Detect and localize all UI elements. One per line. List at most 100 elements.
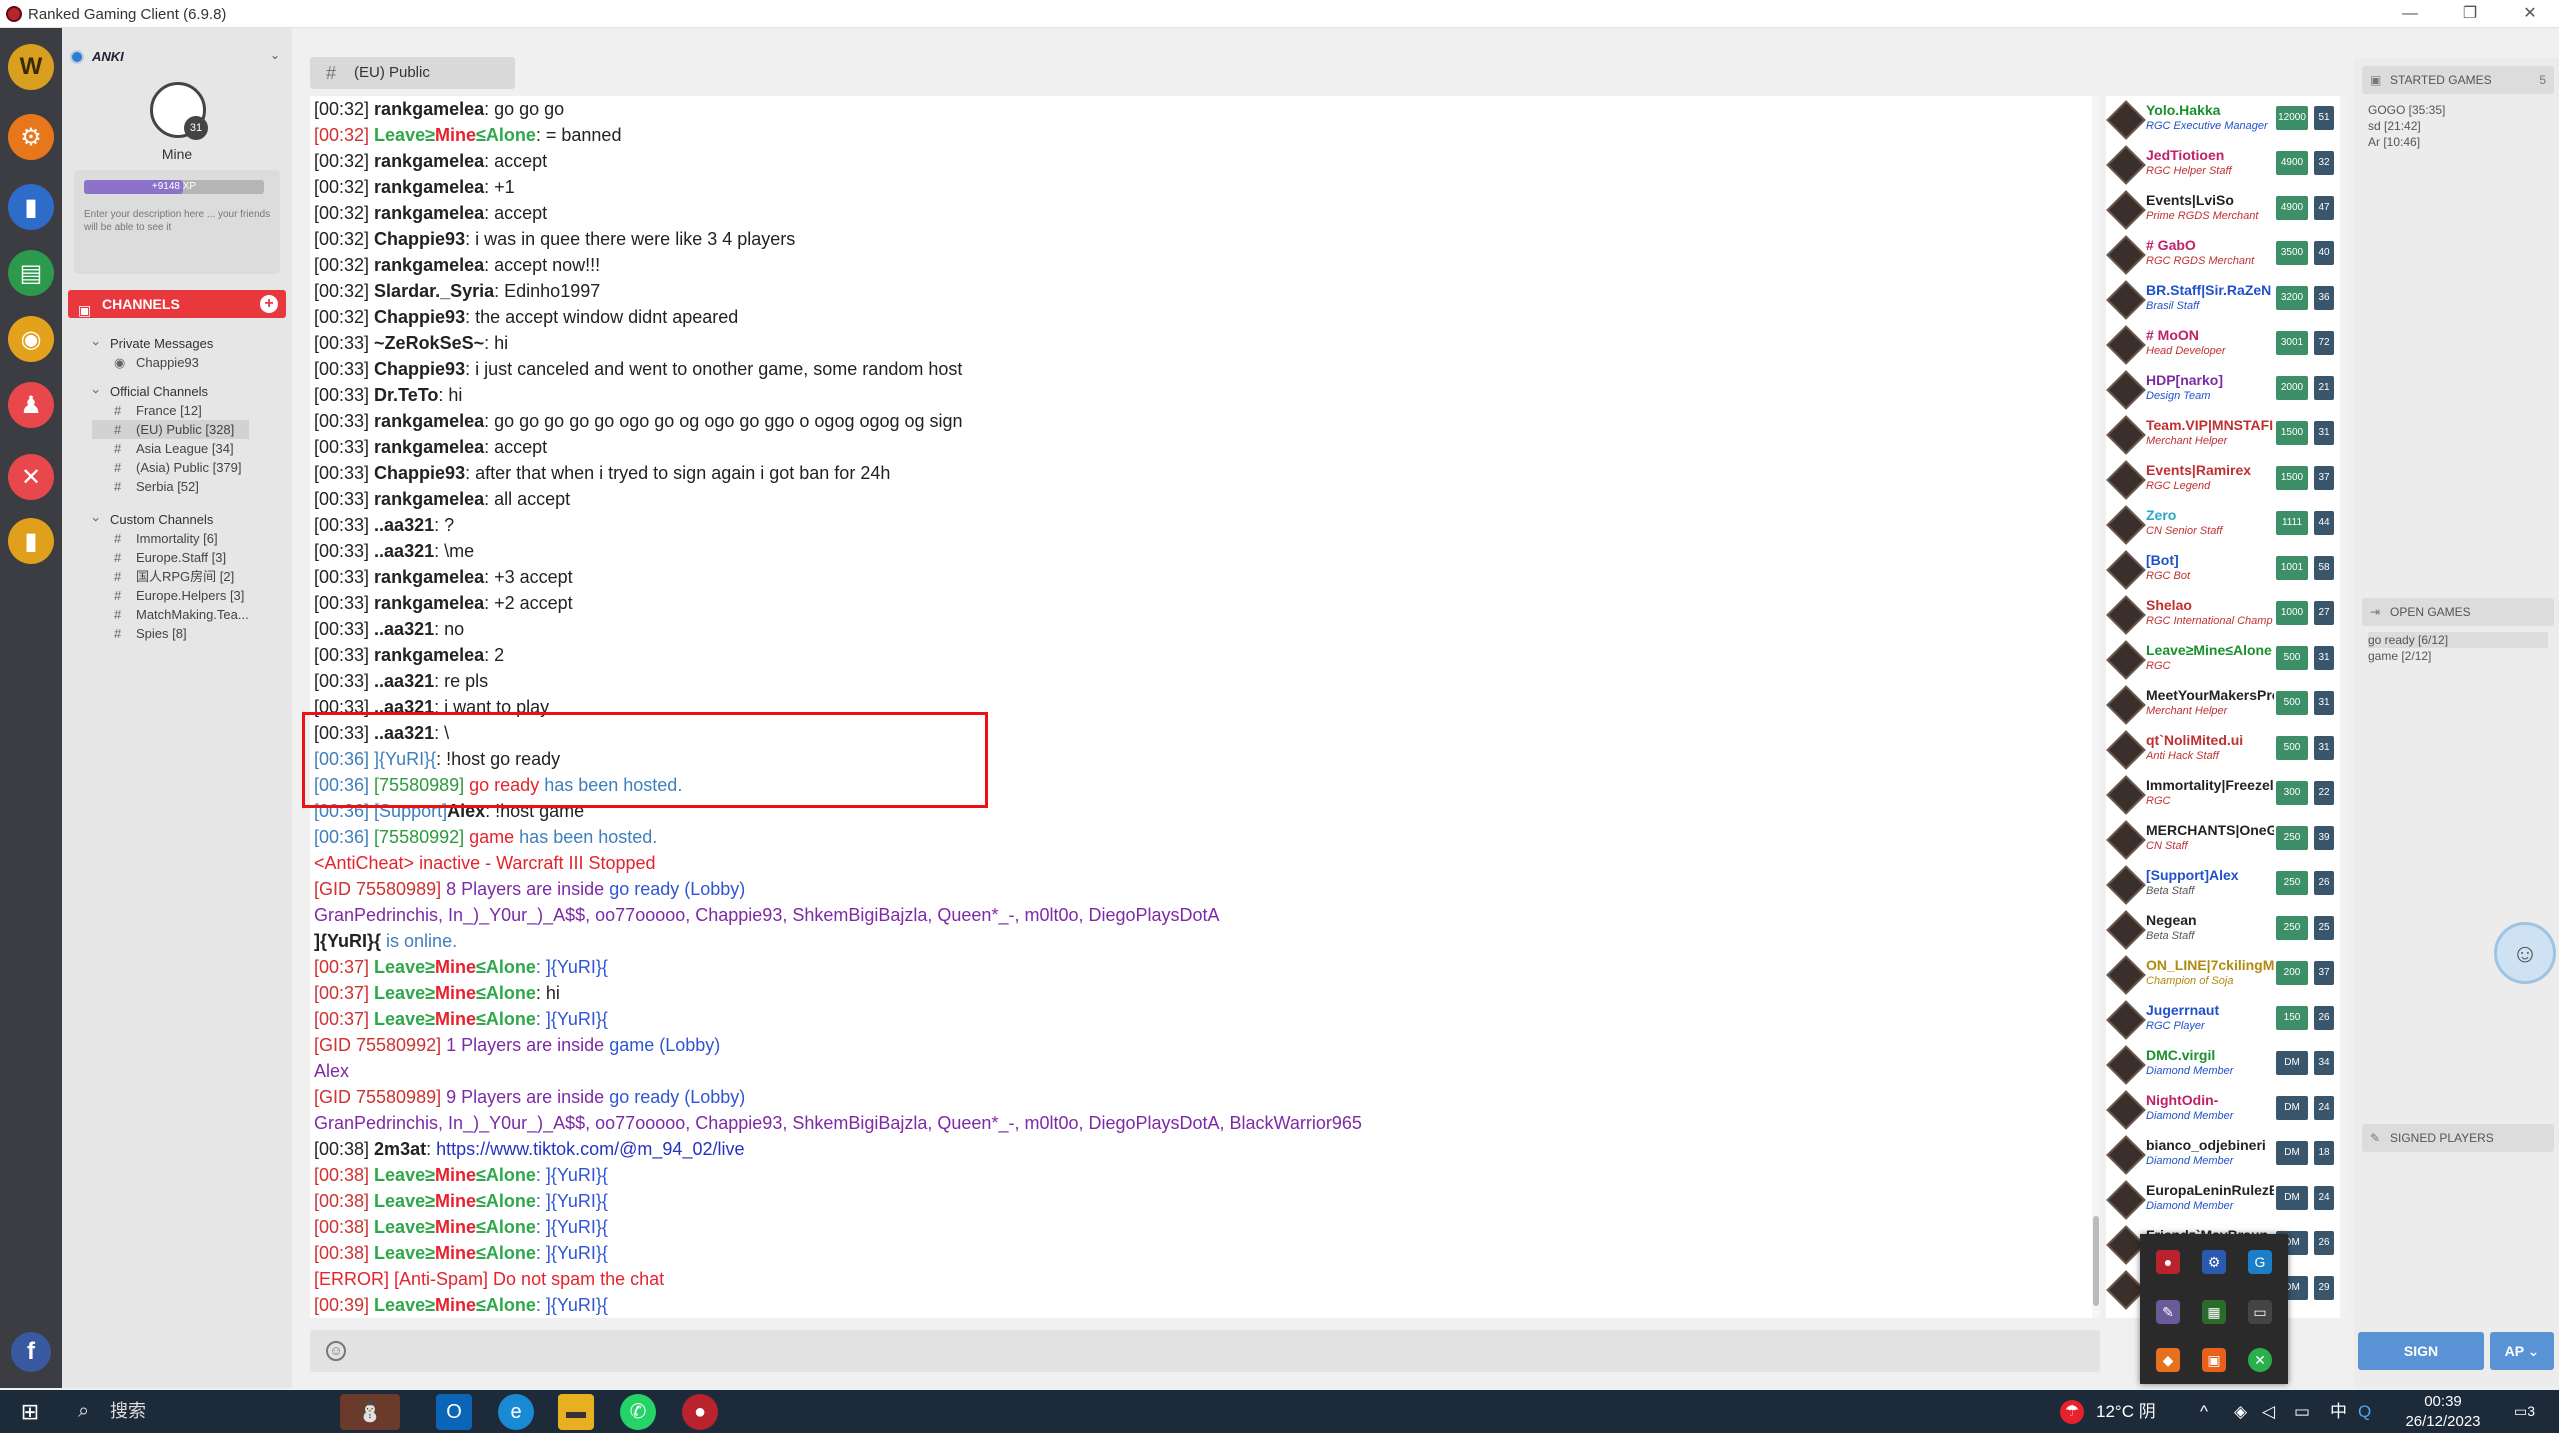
windows-start-icon[interactable]: ⊞ bbox=[12, 1394, 48, 1430]
user-row[interactable]: HDP[narko] Design Team 2000 21 bbox=[2106, 366, 2346, 411]
user-row[interactable]: Immortality|Freezel RGC 300 22 bbox=[2106, 771, 2346, 816]
settings-icon[interactable]: ⚙ bbox=[8, 114, 54, 160]
assistant-bot-icon[interactable]: ☺ bbox=[2494, 922, 2556, 984]
message-input[interactable]: ☺ bbox=[310, 1330, 2100, 1372]
battle-icon[interactable]: ✕ bbox=[8, 454, 54, 500]
profile-description[interactable]: Enter your description here ... your fri… bbox=[84, 208, 274, 234]
user-row[interactable]: DMC.virgil Diamond Member DM 34 bbox=[2106, 1041, 2346, 1086]
started-games-header[interactable]: ▣ STARTED GAMES 5 bbox=[2362, 66, 2554, 94]
outlook-icon[interactable]: O bbox=[436, 1394, 472, 1430]
network-icon[interactable]: ▭ bbox=[2294, 1390, 2310, 1433]
channel-item[interactable]: # Asia League [34] bbox=[92, 439, 249, 458]
facebook-icon[interactable]: f bbox=[11, 1332, 51, 1372]
user-row[interactable]: # MoON Head Developer 3001 72 bbox=[2106, 321, 2346, 366]
game-item[interactable]: game [2/12] bbox=[2368, 648, 2548, 664]
signed-players-header[interactable]: ✎ SIGNED PLAYERS bbox=[2362, 1124, 2554, 1152]
coins-icon[interactable]: ◉ bbox=[8, 316, 54, 362]
user-row[interactable]: [Support]Alex Beta Staff 250 26 bbox=[2106, 861, 2346, 906]
user-row[interactable]: qt`NoliMited.ui Anti Hack Staff 500 31 bbox=[2106, 726, 2346, 771]
status-selector[interactable]: ANKI ⌄ bbox=[70, 46, 284, 68]
feather-tray-icon[interactable]: ✎ bbox=[2156, 1300, 2180, 1324]
channel-item[interactable]: # (EU) Public [328] bbox=[92, 420, 249, 439]
xbox-tray-icon[interactable]: ✕ bbox=[2248, 1348, 2272, 1372]
volume-icon[interactable]: ◁ bbox=[2262, 1390, 2275, 1433]
game-item[interactable]: go ready [6/12] bbox=[2368, 632, 2548, 648]
user-row[interactable]: NightOdin- Diamond Member DM 24 bbox=[2106, 1086, 2346, 1131]
channel-item[interactable]: # Immortality [6] bbox=[92, 529, 249, 548]
chevron-up-icon[interactable]: ^ bbox=[2200, 1390, 2208, 1433]
whatsapp-icon[interactable]: ✆ bbox=[620, 1394, 656, 1430]
user-row[interactable]: Events|LviSo Prime RGDS Merchant 4900 47 bbox=[2106, 186, 2346, 231]
device-tray-icon[interactable]: ▭ bbox=[2248, 1300, 2272, 1324]
user-row[interactable]: Team.VIP|MNSTAFI Merchant Helper 1500 31 bbox=[2106, 411, 2346, 456]
channel-item[interactable]: ◉ Chappie93 bbox=[92, 353, 249, 372]
tab-eu-public[interactable]: # (EU) Public bbox=[310, 57, 515, 89]
gear-tray-icon[interactable]: ⚙ bbox=[2202, 1250, 2226, 1274]
app-tray-icon[interactable]: ▣ bbox=[2202, 1348, 2226, 1372]
ap-dropdown-button[interactable]: AP ⌄ bbox=[2490, 1332, 2554, 1370]
user-row[interactable]: Jugerrnaut RGC Player 150 26 bbox=[2106, 996, 2346, 1041]
edge-icon[interactable]: e bbox=[498, 1394, 534, 1430]
weather-text[interactable]: 12°C 阴 bbox=[2096, 1390, 2156, 1433]
channel-item[interactable]: # (Asia) Public [379] bbox=[92, 458, 249, 477]
ime-indicator[interactable]: 中 bbox=[2330, 1390, 2347, 1433]
orange-tray-icon[interactable]: ◆ bbox=[2156, 1348, 2180, 1372]
group-custom-channels[interactable]: Custom Channels bbox=[92, 510, 249, 529]
minimize-button[interactable]: — bbox=[2380, 2, 2440, 26]
emoji-icon[interactable]: ☺ bbox=[326, 1341, 346, 1361]
holiday-widget-icon[interactable]: ⛄ bbox=[340, 1394, 400, 1430]
channel-item[interactable]: # 国人RPG房间 [2] bbox=[92, 567, 249, 586]
channel-item[interactable]: # MatchMaking.Tea... bbox=[92, 605, 249, 624]
logitech-tray-icon[interactable]: G bbox=[2248, 1250, 2272, 1274]
group-private-messages[interactable]: Private Messages bbox=[92, 334, 249, 353]
clock[interactable]: 00:39 26/12/2023 bbox=[2388, 1392, 2498, 1432]
ladder-icon[interactable]: ▮ bbox=[8, 518, 54, 564]
game-item[interactable]: sd [21:42] bbox=[2368, 118, 2445, 134]
restore-button[interactable]: ❐ bbox=[2440, 2, 2500, 26]
chat-link[interactable]: https://www.tiktok.com/@m_94_02/live bbox=[436, 1139, 744, 1159]
channel-item[interactable]: # Serbia [52] bbox=[92, 477, 249, 496]
game-item[interactable]: Ar [10:46] bbox=[2368, 134, 2445, 150]
user-row[interactable]: Shelao RGC International Champ 1000 27 bbox=[2106, 591, 2346, 636]
console-icon[interactable]: ▤ bbox=[8, 250, 54, 296]
user-row[interactable]: Events|Ramirex RGC Legend 1500 37 bbox=[2106, 456, 2346, 501]
channel-item[interactable]: # Europe.Staff [3] bbox=[92, 548, 249, 567]
open-games-header[interactable]: ⇥ OPEN GAMES bbox=[2362, 598, 2554, 626]
close-button[interactable]: ✕ bbox=[2500, 2, 2559, 26]
nvidia-tray-icon[interactable]: ▦ bbox=[2202, 1300, 2226, 1324]
user-row[interactable]: Negean Beta Staff 250 25 bbox=[2106, 906, 2346, 951]
user-row[interactable]: ON_LINE|7ckilingMad Champion of Soja 20037 bbox=[2106, 951, 2346, 996]
channel-item[interactable]: # France [12] bbox=[92, 401, 249, 420]
user-row[interactable]: [Bot] RGC Bot 1001 58 bbox=[2106, 546, 2346, 591]
rgc-taskbar-icon[interactable]: ● bbox=[682, 1394, 718, 1430]
user-row[interactable]: Yolo.Hakka RGC Executive Manager 12000 51 bbox=[2106, 96, 2346, 141]
user-row[interactable]: Zero CN Senior Staff 1111 44 bbox=[2106, 501, 2346, 546]
user-row[interactable]: MERCHANTS|OneGi| CN Staff 250 39 bbox=[2106, 816, 2346, 861]
sign-button[interactable]: SIGN bbox=[2358, 1332, 2484, 1370]
user-games: 72 bbox=[2314, 331, 2334, 355]
user-row[interactable]: # GabO RGC RGDS Merchant 3500 40 bbox=[2106, 231, 2346, 276]
channel-item[interactable]: # Europe.Helpers [3] bbox=[92, 586, 249, 605]
shield-icon[interactable]: ◈ bbox=[2234, 1390, 2247, 1433]
game-item[interactable]: GOGO [35:35] bbox=[2368, 102, 2445, 118]
stats-icon[interactable]: ▮ bbox=[8, 184, 54, 230]
group-official-channels[interactable]: Official Channels bbox=[92, 382, 249, 401]
notification-icon[interactable]: ▭3 bbox=[2514, 1390, 2535, 1433]
warcraft-logo-icon[interactable]: W bbox=[8, 44, 54, 90]
channel-item[interactable]: # Spies [8] bbox=[92, 624, 249, 643]
user-row[interactable]: bianco_odjebineri Diamond Member DM 18 bbox=[2106, 1131, 2346, 1176]
user-row[interactable]: Leave≥Mine≤Alone RGC 500 31 bbox=[2106, 636, 2346, 681]
scroll-thumb[interactable] bbox=[2093, 1216, 2099, 1306]
ime-q-icon[interactable]: Q bbox=[2358, 1390, 2371, 1433]
user-row[interactable]: EuropaLeninRulezEu Diamond Member DM 24 bbox=[2106, 1176, 2346, 1221]
add-channel-button[interactable]: + bbox=[260, 295, 278, 313]
friends-icon[interactable]: ♟ bbox=[8, 382, 54, 428]
user-row[interactable]: MeetYourMakersProl Merchant Helper 500 31 bbox=[2106, 681, 2346, 726]
user-row[interactable]: BR.Staff|Sir.RaZeN Brasil Staff 3200 36 bbox=[2106, 276, 2346, 321]
rgc-tray-icon[interactable]: ● bbox=[2156, 1250, 2180, 1274]
taskbar-search[interactable]: ⌕ 搜索 bbox=[62, 1390, 332, 1433]
user-list-scrollbar[interactable] bbox=[2340, 96, 2346, 1318]
file-explorer-icon[interactable]: ▬ bbox=[558, 1394, 594, 1430]
user-row[interactable]: JedTiotioen RGC Helper Staff 4900 32 bbox=[2106, 141, 2346, 186]
chat-scrollbar[interactable] bbox=[2092, 96, 2100, 1318]
